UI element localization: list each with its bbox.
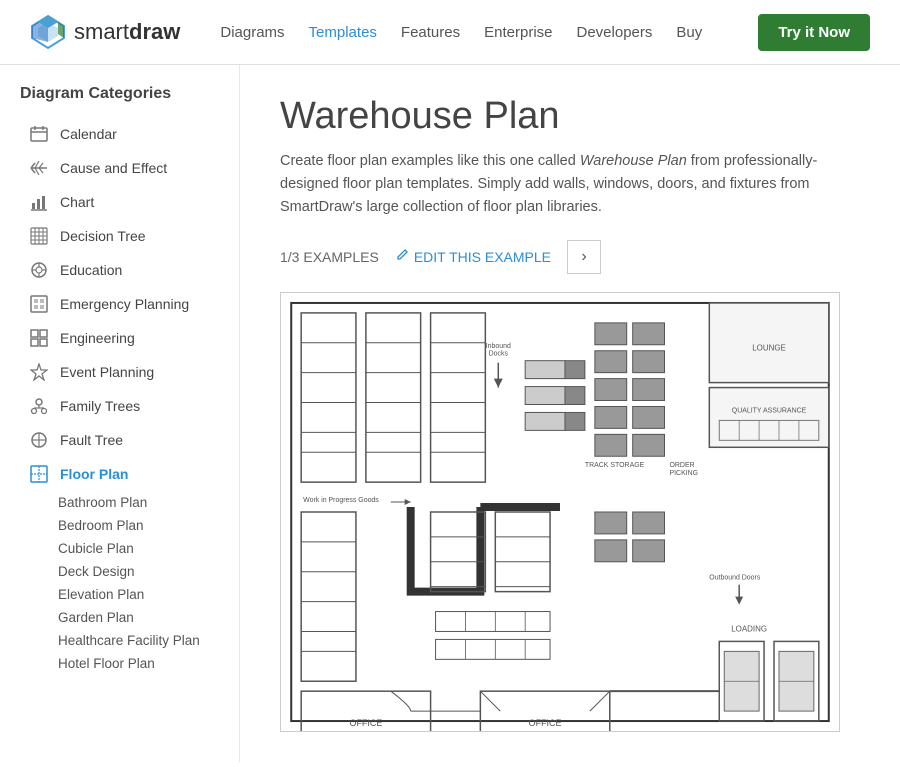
sidebar-item-floor-plan[interactable]: Floor Plan xyxy=(20,457,239,491)
sidebar-label-fault-tree: Fault Tree xyxy=(60,432,123,448)
header: smartdraw Diagrams Templates Features En… xyxy=(0,0,900,65)
svg-text:Inbound: Inbound xyxy=(486,342,511,349)
svg-text:LOUNGE: LOUNGE xyxy=(752,343,786,352)
fault-tree-icon xyxy=(28,429,50,451)
sidebar-item-emergency-planning[interactable]: Emergency Planning xyxy=(20,287,239,321)
sub-item-healthcare-facility-plan[interactable]: Healthcare Facility Plan xyxy=(52,629,239,652)
sidebar-label-cause-effect: Cause and Effect xyxy=(60,160,167,176)
sidebar-item-decision-tree[interactable]: Decision Tree xyxy=(20,219,239,253)
logo[interactable]: smartdraw xyxy=(30,14,180,50)
nav-developers[interactable]: Developers xyxy=(577,24,653,41)
nav-enterprise[interactable]: Enterprise xyxy=(484,24,552,41)
sidebar-label-calendar: Calendar xyxy=(60,126,117,142)
logo-smart-text: smart xyxy=(74,19,129,44)
svg-text:QUALITY ASSURANCE: QUALITY ASSURANCE xyxy=(732,407,807,414)
sidebar-item-event-planning[interactable]: Event Planning xyxy=(20,355,239,389)
sidebar-item-cause-effect[interactable]: Cause and Effect xyxy=(20,151,239,185)
logo-icon xyxy=(30,14,66,50)
diagram-svg: Inbound Docks xyxy=(281,293,839,731)
logo-draw-text: draw xyxy=(129,19,180,44)
sub-item-bathroom-plan[interactable]: Bathroom Plan xyxy=(52,491,239,514)
sidebar-title: Diagram Categories xyxy=(20,85,239,103)
svg-text:Work in Progress Goods: Work in Progress Goods xyxy=(303,497,379,504)
content-area: Warehouse Plan Create floor plan example… xyxy=(240,65,900,762)
education-icon xyxy=(28,259,50,281)
floor-plan-icon xyxy=(28,463,50,485)
sub-item-bedroom-plan[interactable]: Bedroom Plan xyxy=(52,514,239,537)
edit-example-link[interactable]: EDIT THIS EXAMPLE xyxy=(395,248,551,265)
sidebar-item-fault-tree[interactable]: Fault Tree xyxy=(20,423,239,457)
sidebar-label-floor-plan: Floor Plan xyxy=(60,466,128,482)
try-now-button[interactable]: Try it Now xyxy=(758,14,870,51)
event-planning-icon xyxy=(28,361,50,383)
sidebar-label-chart: Chart xyxy=(60,194,94,210)
edit-example-label: EDIT THIS EXAMPLE xyxy=(414,249,551,265)
nav-features[interactable]: Features xyxy=(401,24,460,41)
svg-text:TRACK STORAGE: TRACK STORAGE xyxy=(585,462,645,469)
sub-item-hotel-floor-plan[interactable]: Hotel Floor Plan xyxy=(52,652,239,675)
sidebar-item-chart[interactable]: Chart xyxy=(20,185,239,219)
nav-buy[interactable]: Buy xyxy=(676,24,702,41)
sidebar-label-family-trees: Family Trees xyxy=(60,398,140,414)
example-counter: 1/3 EXAMPLES xyxy=(280,249,379,265)
family-trees-icon xyxy=(28,395,50,417)
engineering-icon xyxy=(28,327,50,349)
sidebar-label-engineering: Engineering xyxy=(60,330,135,346)
sub-item-elevation-plan[interactable]: Elevation Plan xyxy=(52,583,239,606)
sidebar-item-education[interactable]: Education xyxy=(20,253,239,287)
cause-effect-icon xyxy=(28,157,50,179)
svg-text:PICKING: PICKING xyxy=(670,470,699,477)
sidebar-label-event-planning: Event Planning xyxy=(60,364,154,380)
sub-item-garden-plan[interactable]: Garden Plan xyxy=(52,606,239,629)
emergency-planning-icon xyxy=(28,293,50,315)
sidebar-label-education: Education xyxy=(60,262,122,278)
main-nav: Diagrams Templates Features Enterprise D… xyxy=(220,24,758,41)
floor-plan-sub-items: Bathroom Plan Bedroom Plan Cubicle Plan … xyxy=(20,491,239,675)
warehouse-diagram: Inbound Docks xyxy=(280,292,840,732)
sub-item-cubicle-plan[interactable]: Cubicle Plan xyxy=(52,537,239,560)
page-title: Warehouse Plan xyxy=(280,95,860,138)
svg-text:Outbound Doors: Outbound Doors xyxy=(709,574,761,581)
nav-diagrams[interactable]: Diagrams xyxy=(220,24,284,41)
svg-text:ORDER: ORDER xyxy=(670,462,695,469)
svg-text:OFFICE: OFFICE xyxy=(529,718,562,728)
chart-icon xyxy=(28,191,50,213)
sidebar-label-emergency-planning: Emergency Planning xyxy=(60,296,189,312)
sidebar-item-calendar[interactable]: Calendar xyxy=(20,117,239,151)
sidebar-label-decision-tree: Decision Tree xyxy=(60,228,146,244)
example-nav: 1/3 EXAMPLES EDIT THIS EXAMPLE › xyxy=(280,240,860,274)
edit-icon xyxy=(395,248,409,265)
sidebar: Diagram Categories Calendar Cause and Ef… xyxy=(0,65,240,762)
sub-item-deck-design[interactable]: Deck Design xyxy=(52,560,239,583)
svg-text:Docks: Docks xyxy=(489,350,509,357)
main-layout: Diagram Categories Calendar Cause and Ef… xyxy=(0,65,900,762)
calendar-icon xyxy=(28,123,50,145)
svg-text:LOADING: LOADING xyxy=(731,624,767,633)
page-description: Create floor plan examples like this one… xyxy=(280,150,860,220)
nav-templates[interactable]: Templates xyxy=(309,24,377,41)
next-example-button[interactable]: › xyxy=(567,240,601,274)
sidebar-item-engineering[interactable]: Engineering xyxy=(20,321,239,355)
sidebar-item-family-trees[interactable]: Family Trees xyxy=(20,389,239,423)
decision-tree-icon xyxy=(28,225,50,247)
svg-text:OFFICE: OFFICE xyxy=(349,718,382,728)
